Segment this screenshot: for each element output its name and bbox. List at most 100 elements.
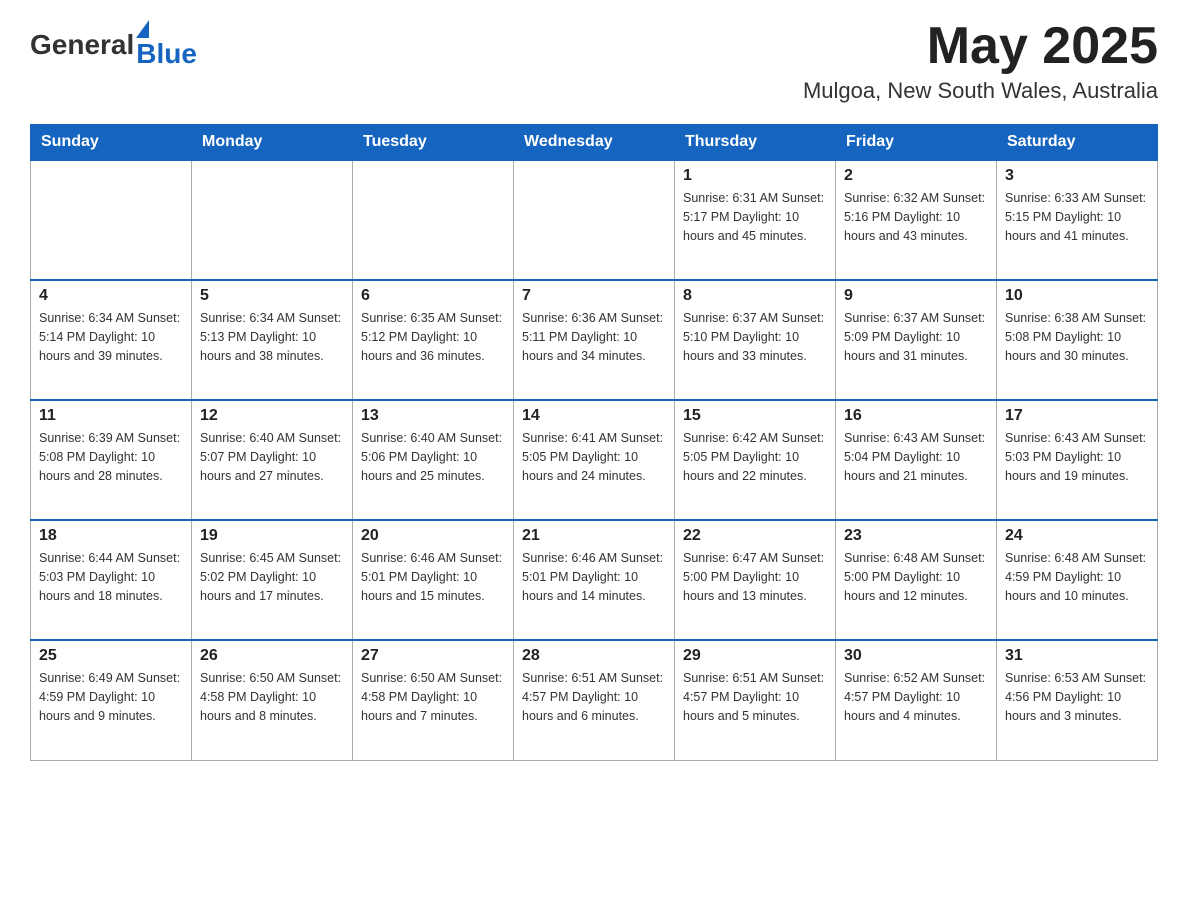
day-number: 5 [200,287,344,305]
day-number: 30 [844,647,988,665]
location: Mulgoa, New South Wales, Australia [803,78,1158,104]
day-info: Sunrise: 6:45 AM Sunset: 5:02 PM Dayligh… [200,549,344,605]
calendar-cell: 11Sunrise: 6:39 AM Sunset: 5:08 PM Dayli… [31,400,192,520]
day-number: 1 [683,167,827,185]
day-number: 27 [361,647,505,665]
day-info: Sunrise: 6:43 AM Sunset: 5:04 PM Dayligh… [844,429,988,485]
calendar-week-row: 1 Sunrise: 6:31 AM Sunset: 5:17 PM Daylig… [31,160,1158,280]
day-info: Sunrise: 6:47 AM Sunset: 5:00 PM Dayligh… [683,549,827,605]
day-number: 13 [361,407,505,425]
day-info: Sunrise: 6:37 AM Sunset: 5:09 PM Dayligh… [844,309,988,365]
day-info: Sunrise: 6:53 AM Sunset: 4:56 PM Dayligh… [1005,669,1149,725]
calendar-header-friday: Friday [836,125,997,161]
day-info: Sunrise: 6:33 AM Sunset: 5:15 PM Dayligh… [1005,189,1149,245]
day-info: Sunrise: 6:51 AM Sunset: 4:57 PM Dayligh… [683,669,827,725]
calendar-header-saturday: Saturday [997,125,1158,161]
day-info: Sunrise: 6:40 AM Sunset: 5:07 PM Dayligh… [200,429,344,485]
calendar-cell: 30 Sunrise: 6:52 AM Sunset: 4:57 PM Dayli… [836,640,997,760]
day-number: 6 [361,287,505,305]
calendar-cell: 18Sunrise: 6:44 AM Sunset: 5:03 PM Dayli… [31,520,192,640]
day-number: 29 [683,647,827,665]
day-number: 16 [844,407,988,425]
calendar-cell: 14 Sunrise: 6:41 AM Sunset: 5:05 PM Dayli… [514,400,675,520]
calendar-cell: 31 Sunrise: 6:53 AM Sunset: 4:56 PM Dayli… [997,640,1158,760]
day-number: 24 [1005,527,1149,545]
header-right: May 2025 Mulgoa, New South Wales, Austra… [803,20,1158,104]
day-info: Sunrise: 6:48 AM Sunset: 5:00 PM Dayligh… [844,549,988,605]
calendar-cell: 25Sunrise: 6:49 AM Sunset: 4:59 PM Dayli… [31,640,192,760]
day-info: Sunrise: 6:31 AM Sunset: 5:17 PM Dayligh… [683,189,827,245]
day-number: 4 [39,287,183,305]
logo-general: General [30,29,134,61]
calendar-week-row: 4 Sunrise: 6:34 AM Sunset: 5:14 PM Daylig… [31,280,1158,400]
calendar-cell: 17 Sunrise: 6:43 AM Sunset: 5:03 PM Dayli… [997,400,1158,520]
calendar-cell: 8Sunrise: 6:37 AM Sunset: 5:10 PM Daylig… [675,280,836,400]
calendar-cell: 20 Sunrise: 6:46 AM Sunset: 5:01 PM Dayli… [353,520,514,640]
day-number: 7 [522,287,666,305]
day-info: Sunrise: 6:36 AM Sunset: 5:11 PM Dayligh… [522,309,666,365]
day-info: Sunrise: 6:40 AM Sunset: 5:06 PM Dayligh… [361,429,505,485]
day-number: 18 [39,527,183,545]
calendar-week-row: 18Sunrise: 6:44 AM Sunset: 5:03 PM Dayli… [31,520,1158,640]
day-number: 20 [361,527,505,545]
day-info: Sunrise: 6:35 AM Sunset: 5:12 PM Dayligh… [361,309,505,365]
day-info: Sunrise: 6:43 AM Sunset: 5:03 PM Dayligh… [1005,429,1149,485]
day-number: 26 [200,647,344,665]
day-info: Sunrise: 6:48 AM Sunset: 4:59 PM Dayligh… [1005,549,1149,605]
day-info: Sunrise: 6:42 AM Sunset: 5:05 PM Dayligh… [683,429,827,485]
calendar-cell [353,160,514,280]
calendar-cell: 26Sunrise: 6:50 AM Sunset: 4:58 PM Dayli… [192,640,353,760]
calendar-cell: 12 Sunrise: 6:40 AM Sunset: 5:07 PM Dayli… [192,400,353,520]
calendar-cell: 22Sunrise: 6:47 AM Sunset: 5:00 PM Dayli… [675,520,836,640]
calendar-cell: 23 Sunrise: 6:48 AM Sunset: 5:00 PM Dayli… [836,520,997,640]
calendar-cell: 27 Sunrise: 6:50 AM Sunset: 4:58 PM Dayli… [353,640,514,760]
calendar-week-row: 25Sunrise: 6:49 AM Sunset: 4:59 PM Dayli… [31,640,1158,760]
day-number: 28 [522,647,666,665]
calendar-cell: 5 Sunrise: 6:34 AM Sunset: 5:13 PM Daylig… [192,280,353,400]
calendar-cell: 2 Sunrise: 6:32 AM Sunset: 5:16 PM Daylig… [836,160,997,280]
day-number: 11 [39,407,183,425]
day-number: 25 [39,647,183,665]
calendar-cell: 6 Sunrise: 6:35 AM Sunset: 5:12 PM Daylig… [353,280,514,400]
day-info: Sunrise: 6:38 AM Sunset: 5:08 PM Dayligh… [1005,309,1149,365]
calendar-header-monday: Monday [192,125,353,161]
logo: General Blue [30,20,197,70]
day-number: 2 [844,167,988,185]
day-number: 17 [1005,407,1149,425]
calendar-header-wednesday: Wednesday [514,125,675,161]
day-number: 10 [1005,287,1149,305]
day-info: Sunrise: 6:34 AM Sunset: 5:14 PM Dayligh… [39,309,183,365]
day-number: 12 [200,407,344,425]
calendar-cell: 29 Sunrise: 6:51 AM Sunset: 4:57 PM Dayli… [675,640,836,760]
page-header: General Blue May 2025 Mulgoa, New South … [30,20,1158,104]
day-number: 31 [1005,647,1149,665]
day-info: Sunrise: 6:32 AM Sunset: 5:16 PM Dayligh… [844,189,988,245]
calendar-cell: 15 Sunrise: 6:42 AM Sunset: 5:05 PM Dayli… [675,400,836,520]
calendar-cell: 3 Sunrise: 6:33 AM Sunset: 5:15 PM Daylig… [997,160,1158,280]
logo-blue: Blue [136,38,197,70]
day-number: 23 [844,527,988,545]
calendar-header-thursday: Thursday [675,125,836,161]
day-number: 15 [683,407,827,425]
calendar-table: SundayMondayTuesdayWednesdayThursdayFrid… [30,124,1158,761]
calendar-week-row: 11Sunrise: 6:39 AM Sunset: 5:08 PM Dayli… [31,400,1158,520]
day-info: Sunrise: 6:52 AM Sunset: 4:57 PM Dayligh… [844,669,988,725]
day-number: 21 [522,527,666,545]
day-info: Sunrise: 6:46 AM Sunset: 5:01 PM Dayligh… [361,549,505,605]
day-number: 3 [1005,167,1149,185]
calendar-cell [31,160,192,280]
calendar-cell: 10 Sunrise: 6:38 AM Sunset: 5:08 PM Dayli… [997,280,1158,400]
day-info: Sunrise: 6:46 AM Sunset: 5:01 PM Dayligh… [522,549,666,605]
calendar-header-row: SundayMondayTuesdayWednesdayThursdayFrid… [31,125,1158,161]
calendar-header-sunday: Sunday [31,125,192,161]
calendar-cell: 1 Sunrise: 6:31 AM Sunset: 5:17 PM Daylig… [675,160,836,280]
day-info: Sunrise: 6:50 AM Sunset: 4:58 PM Dayligh… [361,669,505,725]
day-info: Sunrise: 6:34 AM Sunset: 5:13 PM Dayligh… [200,309,344,365]
calendar-cell: 9Sunrise: 6:37 AM Sunset: 5:09 PM Daylig… [836,280,997,400]
calendar-cell: 4 Sunrise: 6:34 AM Sunset: 5:14 PM Daylig… [31,280,192,400]
calendar-cell [192,160,353,280]
day-number: 14 [522,407,666,425]
day-info: Sunrise: 6:41 AM Sunset: 5:05 PM Dayligh… [522,429,666,485]
calendar-header-tuesday: Tuesday [353,125,514,161]
calendar-cell: 13 Sunrise: 6:40 AM Sunset: 5:06 PM Dayli… [353,400,514,520]
